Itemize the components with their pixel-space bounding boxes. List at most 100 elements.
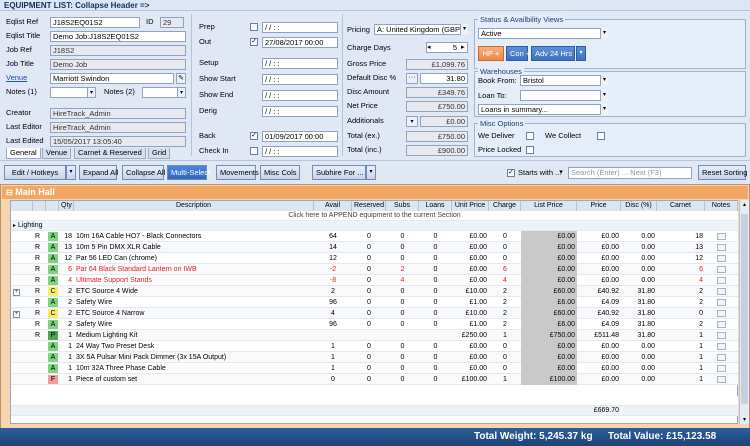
tab-carnet-reserved[interactable]: Carnet & Reserved — [74, 148, 146, 159]
chevron-right-icon[interactable]: ▸ — [13, 223, 16, 229]
con-button[interactable]: Con + — [506, 46, 530, 61]
notes-icon[interactable] — [717, 364, 726, 372]
default-disc-field[interactable]: 31.80 — [420, 73, 468, 84]
notes-icon[interactable] — [717, 298, 726, 306]
table-row[interactable]: + R C 2 ETC Source 4 Wide 2 0 0 0 £10.00 2 £60.00 £4… — [11, 286, 738, 297]
tab-grid[interactable]: Grid — [148, 148, 171, 159]
column-header[interactable]: Carnet — [657, 201, 705, 211]
subhire-for-button[interactable]: Subhire For ... — [312, 165, 366, 180]
column-header[interactable]: Description — [74, 201, 314, 211]
chevron-down-icon[interactable]: ▾ — [177, 88, 185, 97]
section-header[interactable]: ⊟ Main Hall — [2, 186, 748, 199]
we-collect-checkbox[interactable] — [597, 132, 605, 140]
notes1-field[interactable]: ▾ — [50, 87, 96, 98]
expand-icon[interactable]: + — [13, 289, 20, 296]
search-input[interactable]: Search (Enter) ... Next (F3) — [568, 167, 692, 179]
expand-icon[interactable]: + — [13, 311, 20, 318]
table-row[interactable]: R A 18 10m 16A Cable HO7 - Black Connectors… — [11, 231, 738, 242]
out-date[interactable]: 27/08/2017 00:00 — [262, 37, 338, 48]
notes-icon[interactable] — [717, 265, 726, 273]
column-header[interactable]: Subs — [386, 201, 419, 211]
equipment-grid[interactable]: Qty Description Avail Reserved Subs Loans Unit… — [10, 200, 738, 424]
column-header[interactable]: Notes — [705, 201, 738, 211]
table-row[interactable]: R P 1 Medium Lighting Kit £250.00 1 £750.00 £51… — [11, 330, 738, 341]
misc-cols-button[interactable]: Misc Cols — [260, 165, 300, 180]
check-in-checkbox[interactable] — [250, 147, 258, 155]
chevron-down-icon[interactable]: ▾ — [600, 75, 608, 86]
column-header[interactable]: Loans — [419, 201, 452, 211]
table-row[interactable]: R A 4 Ultimate Support Stands -8 0 4 0 £0.00 4 £0.… — [11, 275, 738, 286]
book-from-select[interactable]: Bristol — [520, 75, 608, 86]
multi-select-button[interactable]: Multi-Select — [167, 165, 210, 180]
column-header[interactable]: Price — [577, 201, 621, 211]
tab-venue[interactable]: Venue — [42, 148, 72, 159]
notes-icon[interactable] — [717, 243, 726, 251]
notes-icon[interactable] — [717, 342, 726, 350]
loan-to-select[interactable] — [520, 90, 608, 101]
table-row[interactable]: R A 2 Safety Wire 96 0 0 0 £1.00 2 £6.00 £4.09 31.80… — [11, 297, 738, 308]
prep-checkbox[interactable] — [250, 23, 258, 31]
prep-date[interactable]: / / : : — [262, 22, 338, 33]
expand-icon[interactable]: ⊟ — [6, 188, 13, 197]
show-start-date[interactable]: / / : : — [262, 74, 338, 85]
column-header[interactable]: Charge — [489, 201, 521, 211]
chevron-right-icon[interactable]: ▸ — [461, 43, 465, 52]
notes-icon[interactable] — [717, 254, 726, 262]
check-in-date[interactable]: / / : : — [262, 146, 338, 157]
chevron-down-icon[interactable]: ▾ — [556, 168, 566, 179]
back-checkbox[interactable]: ✓ — [250, 132, 258, 140]
chevron-up-icon[interactable]: ▴ — [741, 201, 748, 208]
starts-with-checkbox[interactable]: ✓ — [507, 169, 515, 177]
vertical-scrollbar[interactable]: ▴ ▾ — [739, 200, 749, 424]
derig-date[interactable]: / / : : — [262, 106, 338, 117]
notes-icon[interactable] — [717, 353, 726, 361]
column-header[interactable]: Reserved — [352, 201, 386, 211]
more-options-icon[interactable]: ··· — [406, 73, 418, 84]
expand-all-button[interactable]: Expand All — [79, 165, 118, 180]
chevron-down-icon[interactable]: ▾ — [87, 88, 95, 97]
venue-link[interactable]: Venue — [6, 73, 27, 83]
table-row[interactable]: R A 13 10m 5 Pin DMX XLR Cable 14 0 0 0 £0.00 0 £0… — [11, 242, 738, 253]
notes-icon[interactable] — [717, 287, 726, 295]
table-row[interactable]: R A 6 Par 64 Black Standard Lantern on IWB -… — [11, 264, 738, 275]
notes-icon[interactable] — [717, 320, 726, 328]
column-header[interactable]: List Price — [521, 201, 577, 211]
notes-icon[interactable] — [717, 276, 726, 284]
collapse-all-button[interactable]: Collapse All — [122, 165, 165, 180]
status-select[interactable]: Active — [478, 28, 608, 39]
column-header[interactable]: Qty — [59, 201, 74, 211]
table-row[interactable]: A 1 24 Way Two Preset Desk 1 0 0 0 £0.00 0 £0.00 £… — [11, 341, 738, 352]
chevron-down-icon[interactable]: ▾ — [460, 24, 468, 35]
chevron-left-icon[interactable]: ◂ — [427, 43, 431, 52]
eqlist-title-field[interactable]: Demo Job:J18S2EQ01S2 — [50, 31, 186, 42]
venue-edit-icon[interactable]: ✎ — [176, 73, 186, 84]
table-row[interactable]: A 1 10m 32A Three Phase Cable 1 0 0 0 £0.00 0 £0.… — [11, 363, 738, 374]
notes-icon[interactable] — [717, 331, 726, 339]
table-row[interactable]: F 1 Piece of custom set 0 0 0 0 £100.00 1 £100.00… — [11, 374, 738, 385]
chevron-down-icon[interactable]: ▾ — [366, 165, 376, 180]
window-title[interactable]: EQUIPMENT LIST: Collapse Header => — [0, 0, 750, 11]
table-row[interactable]: A 1 3X 5A Pulsar Mini Pack Dimmer (3x 15A … — [11, 352, 738, 363]
show-end-date[interactable]: / / : : — [262, 90, 338, 101]
chevron-down-icon[interactable]: ▾ — [600, 104, 608, 115]
table-row[interactable]: + R C 2 ETC Source 4 Narrow 4 0 0 0 £10.00 2 £60.00… — [11, 308, 738, 319]
we-deliver-checkbox[interactable] — [526, 132, 534, 140]
notes-icon[interactable] — [717, 309, 726, 317]
column-header[interactable]: Disc (%) — [621, 201, 657, 211]
out-checkbox[interactable]: ✓ — [250, 38, 258, 46]
chevron-down-icon[interactable]: ▾ — [600, 90, 608, 101]
table-row[interactable]: R A 12 Par 56 LED Can (chrome) 12 0 0 0 £0.00 0 £0… — [11, 253, 738, 264]
notes2-field[interactable]: ▾ — [142, 87, 186, 98]
table-row[interactable]: R A 2 Safety Wire 96 0 0 0 £1.00 2 £6.00 £4.09 31.80… — [11, 319, 738, 330]
loans-view-select[interactable]: Loans in summary... — [478, 104, 608, 115]
venue-field[interactable]: Marriott Swindon — [50, 73, 174, 84]
notes-icon[interactable] — [717, 232, 726, 240]
chevron-down-icon[interactable]: ▾ — [741, 416, 748, 423]
chevron-down-icon[interactable]: ▾ — [406, 116, 418, 127]
reset-sorting-button[interactable]: Reset Sorting — [698, 165, 747, 180]
price-locked-checkbox[interactable] — [526, 146, 534, 154]
movements-button[interactable]: Movements — [216, 165, 259, 180]
adv-24hrs-button[interactable]: Adv 24 Hrs — [531, 46, 575, 61]
column-header[interactable]: Unit Price — [452, 201, 489, 211]
notes-icon[interactable] — [717, 375, 726, 383]
